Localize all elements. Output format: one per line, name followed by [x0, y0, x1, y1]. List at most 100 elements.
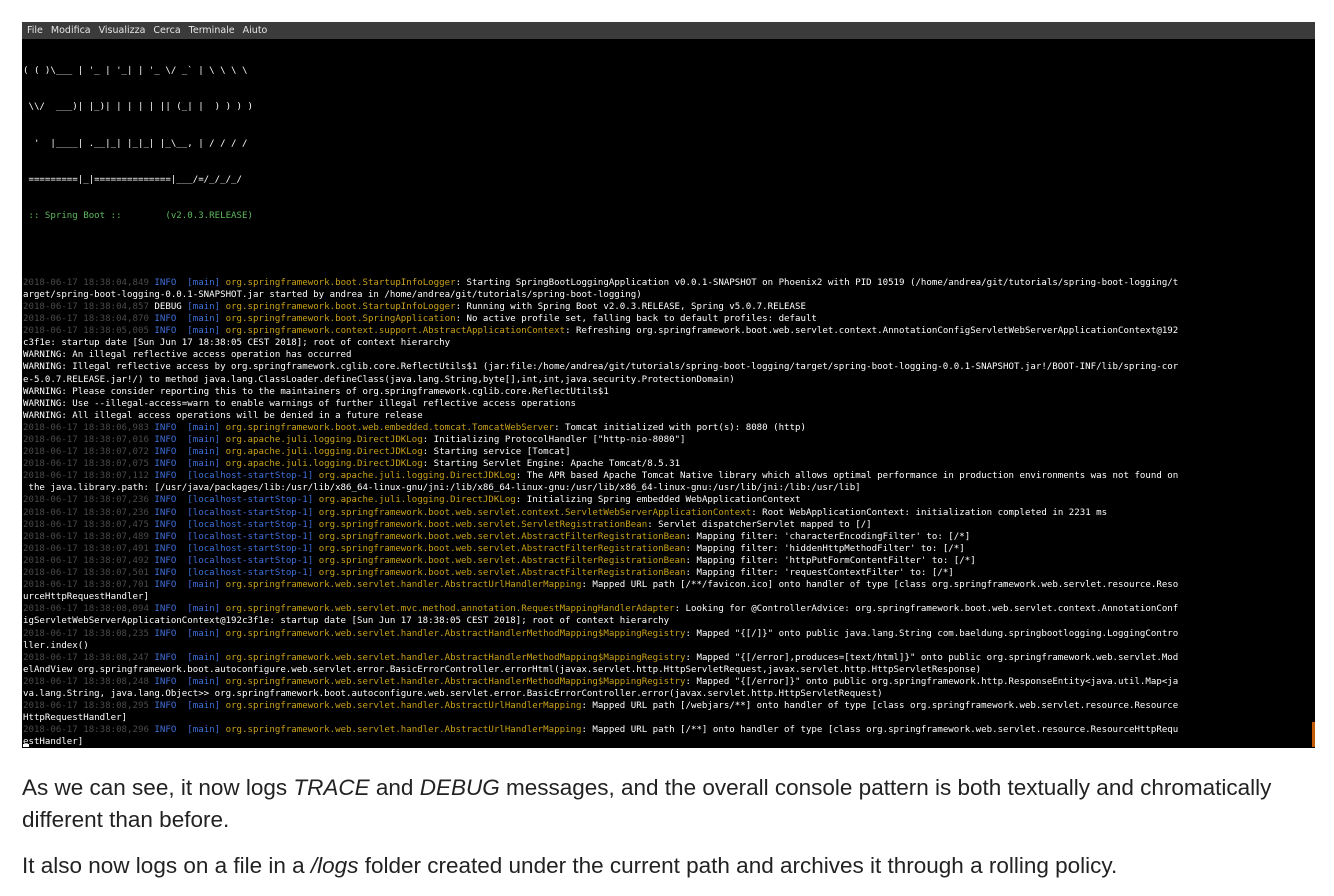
- log-thread: [main]: [187, 725, 221, 736]
- log-line: 2018-06-17 18:38:08,296 INFO [main] org.…: [23, 724, 1315, 736]
- log-message: : Mapped "{[/]}" onto public java.lang.S…: [685, 628, 1179, 639]
- log-logger: org.springframework.boot.web.servlet.Abs…: [318, 568, 686, 579]
- log-line: e-5.0.7.RELEASE.jar!/) to method java.la…: [23, 374, 1315, 386]
- log-timestamp: 2018-06-17 18:38:06,983: [23, 422, 155, 433]
- log-thread: [main]: [187, 701, 221, 712]
- log-logger: org.apache.juli.logging.DirectJDKLog: [225, 459, 423, 470]
- log-thread: [main]: [187, 422, 221, 433]
- log-logger: org.springframework.boot.web.servlet.Abs…: [318, 555, 686, 566]
- log-message: : Mapped URL path [/webjars/**] onto han…: [581, 701, 1179, 712]
- menu-aiuto[interactable]: Aiuto: [243, 25, 268, 36]
- log-message: : Initializing Spring embedded WebApplic…: [515, 495, 801, 506]
- menu-terminale[interactable]: Terminale: [189, 25, 235, 36]
- banner-line: ' |____| .__|_| |_|_| |_\__, | / / / /: [23, 138, 248, 149]
- log-timestamp: 2018-06-17 18:38:07,075: [23, 459, 155, 470]
- log-logger: org.springframework.context.support.Abst…: [225, 326, 566, 337]
- log-line: 2018-06-17 18:38:05,005 INFO [main] org.…: [23, 325, 1315, 337]
- log-thread: [main]: [187, 301, 221, 312]
- log-line: arget/spring-boot-logging-0.0.1-SNAPSHOT…: [23, 289, 1315, 301]
- log-thread: [main]: [187, 628, 221, 639]
- log-level: INFO: [154, 422, 182, 433]
- log-message: : Mapping filter: 'requestContextFilter'…: [685, 568, 954, 579]
- log-timestamp: 2018-06-17 18:38:07,489: [23, 531, 155, 542]
- log-continuation: WARNING: All illegal access operations w…: [23, 410, 423, 421]
- log-logger: org.springframework.boot.web.servlet.Abs…: [318, 543, 686, 554]
- log-level: INFO: [154, 725, 182, 736]
- log-timestamp: 2018-06-17 18:38:05,005: [23, 326, 155, 337]
- log-line: 2018-06-17 18:38:07,236 INFO [localhost-…: [23, 494, 1315, 506]
- log-timestamp: 2018-06-17 18:38:07,236: [23, 507, 155, 518]
- log-timestamp: 2018-06-17 18:38:07,701: [23, 580, 155, 591]
- log-line: 2018-06-17 18:38:08,094 INFO [main] org.…: [23, 603, 1315, 615]
- log-line: 2018-06-17 18:38:07,501 INFO [localhost-…: [23, 567, 1315, 579]
- log-message: : Root WebApplicationContext: initializa…: [751, 507, 1108, 518]
- log-logger: org.springframework.boot.web.servlet.Ser…: [318, 519, 648, 530]
- log-level: INFO: [154, 555, 182, 566]
- log-message: : The APR based Apache Tomcat Native lib…: [515, 471, 1179, 482]
- terminal-output[interactable]: ( ( )\___ | '_ | '_| | '_ \/ _` | \ \ \ …: [23, 41, 1315, 748]
- log-timestamp: 2018-06-17 18:38:07,072: [23, 447, 155, 458]
- log-timestamp: 2018-06-17 18:38:07,016: [23, 435, 155, 445]
- log-level: INFO: [154, 604, 182, 615]
- log-thread: [main]: [187, 676, 221, 687]
- log-line: 2018-06-17 18:38:07,492 INFO [localhost-…: [23, 555, 1315, 567]
- log-level: INFO: [154, 435, 182, 445]
- log-thread: [main]: [187, 314, 221, 325]
- log-logger: org.springframework.web.servlet.mvc.meth…: [225, 604, 675, 615]
- log-line: 2018-06-17 18:38:04,849 INFO [main] org.…: [23, 277, 1315, 289]
- log-thread: [localhost-startStop-1]: [187, 519, 314, 530]
- log-level: INFO: [154, 531, 182, 542]
- spring-boot-version: :: Spring Boot :: (v2.0.3.RELEASE): [23, 211, 253, 222]
- log-continuation: WARNING: An illegal reflective access op…: [23, 350, 352, 361]
- log-thread: [main]: [187, 326, 221, 337]
- log-timestamp: 2018-06-17 18:38:07,492: [23, 555, 155, 566]
- log-line: 2018-06-17 18:38:08,295 INFO [main] org.…: [23, 700, 1315, 712]
- log-thread: [main]: [187, 459, 221, 470]
- log-line: estHandler]: [23, 736, 1315, 748]
- log-message: : Servlet dispatcherServlet mapped to [/…: [647, 519, 872, 530]
- log-line: 2018-06-17 18:38:07,236 INFO [localhost-…: [23, 507, 1315, 519]
- menu-cerca[interactable]: Cerca: [153, 25, 180, 36]
- log-continuation: c3f1e: startup date [Sun Jun 17 18:38:05…: [23, 338, 451, 349]
- log-level: INFO: [154, 568, 182, 579]
- log-timestamp: 2018-06-17 18:38:08,094: [23, 604, 155, 615]
- log-logger: org.springframework.web.servlet.handler.…: [225, 676, 686, 687]
- log-line: 2018-06-17 18:38:07,075 INFO [main] org.…: [23, 458, 1315, 470]
- menu-modifica[interactable]: Modifica: [51, 25, 91, 36]
- log-line: 2018-06-17 18:38:07,016 INFO [main] org.…: [23, 434, 1315, 446]
- log-thread: [localhost-startStop-1]: [187, 568, 314, 579]
- log-line: WARNING: An illegal reflective access op…: [23, 349, 1315, 361]
- log-timestamp: 2018-06-17 18:38:07,112: [23, 471, 155, 482]
- log-logger: org.springframework.web.servlet.handler.…: [225, 701, 582, 712]
- log-level: INFO: [154, 507, 182, 518]
- log-line: 2018-06-17 18:38:07,701 INFO [main] org.…: [23, 579, 1315, 591]
- log-level: INFO: [154, 519, 182, 530]
- log-line: 2018-06-17 18:38:08,247 INFO [main] org.…: [23, 652, 1315, 664]
- scrollbar-marker[interactable]: [1312, 722, 1315, 747]
- log-continuation: HttpRequestHandler]: [23, 713, 128, 724]
- article-paragraph-2: It also now logs on a file in a /logs fo…: [22, 853, 1118, 878]
- log-logger: org.apache.juli.logging.DirectJDKLog: [318, 471, 516, 482]
- log-line: elAndView org.springframework.boot.autoc…: [23, 664, 1315, 676]
- log-timestamp: 2018-06-17 18:38:04,857: [23, 301, 155, 312]
- menu-file[interactable]: File: [27, 25, 43, 36]
- log-line: WARNING: All illegal access operations w…: [23, 410, 1315, 422]
- log-thread: [main]: [187, 447, 221, 458]
- log-continuation: elAndView org.springframework.boot.autoc…: [23, 664, 982, 675]
- menu-visualizza[interactable]: Visualizza: [99, 25, 146, 36]
- log-continuation: igServletWebServerApplicationContext@192…: [23, 616, 670, 627]
- log-line: va.lang.String, java.lang.Object>> org.s…: [23, 688, 1315, 700]
- log-continuation: ller.index(): [23, 640, 89, 651]
- log-continuation: WARNING: Use --illegal-access=warn to en…: [23, 398, 576, 409]
- log-thread: [main]: [187, 580, 221, 591]
- log-message: : Running with Spring Boot v2.0.3.RELEAS…: [455, 301, 806, 312]
- log-line: 2018-06-17 18:38:06,983 INFO [main] org.…: [23, 422, 1315, 434]
- log-message: : Refreshing org.springframework.boot.we…: [565, 326, 1179, 337]
- log-thread: [main]: [187, 277, 221, 288]
- banner-line: ( ( )\___ | '_ | '_| | '_ \/ _` | \ \ \ …: [23, 66, 248, 77]
- log-message: : Looking for @ControllerAdvice: org.spr…: [674, 604, 1179, 615]
- log-line: 2018-06-17 18:38:08,235 INFO [main] org.…: [23, 628, 1315, 640]
- log-message: : Starting SpringBootLoggingApplication …: [455, 277, 1179, 288]
- log-timestamp: 2018-06-17 18:38:08,247: [23, 652, 155, 663]
- log-logger: org.springframework.boot.web.embedded.to…: [225, 422, 555, 433]
